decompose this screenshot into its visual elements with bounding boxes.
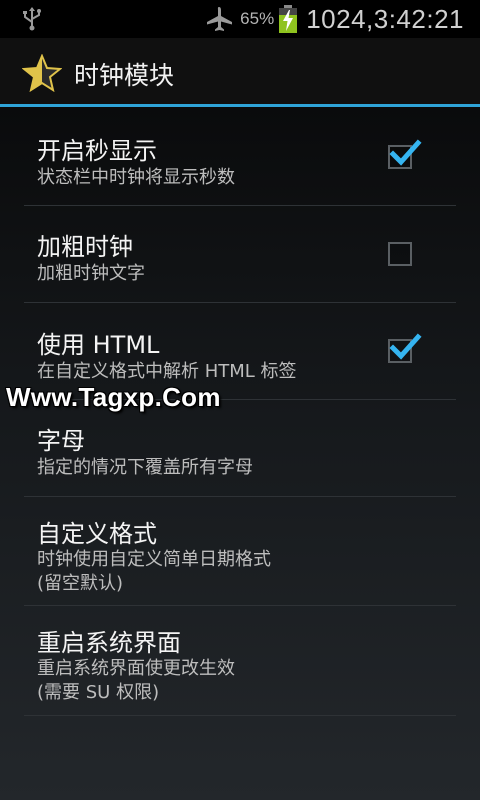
pref-title: 加粗时钟 bbox=[37, 233, 133, 261]
checkbox-unchecked[interactable] bbox=[388, 242, 412, 266]
pref-title: 开启秒显示 bbox=[37, 137, 157, 165]
pref-summary: 加粗时钟文字 bbox=[37, 263, 145, 284]
usb-icon bbox=[23, 7, 41, 31]
pref-title: 字母 bbox=[37, 427, 85, 455]
status-clock: 1024,3:42:21 bbox=[306, 3, 464, 34]
pref-title: 重启系统界面 bbox=[37, 629, 181, 657]
pref-custom-format[interactable]: 自定义格式 时钟使用自定义简单日期格式 (留空默认) bbox=[24, 497, 456, 606]
checkbox-checked[interactable] bbox=[388, 139, 422, 169]
watermark-text: Www.Tagxp.Com bbox=[6, 382, 221, 412]
checkbox-checked[interactable] bbox=[388, 333, 422, 363]
star-icon[interactable] bbox=[22, 54, 62, 92]
pref-show-seconds[interactable]: 开启秒显示 状态栏中时钟将显示秒数 bbox=[24, 107, 456, 206]
battery-charging-icon bbox=[279, 5, 298, 33]
airplane-icon bbox=[207, 7, 233, 31]
pref-summary: 在自定义格式中解析 HTML 标签 bbox=[37, 361, 297, 382]
action-bar: 时钟模块 bbox=[0, 38, 480, 107]
pref-title: 自定义格式 bbox=[37, 520, 157, 548]
pref-summary: 时钟使用自定义简单日期格式 bbox=[37, 549, 271, 570]
checkmark-icon bbox=[389, 333, 422, 360]
pref-summary: 指定的情况下覆盖所有字母 bbox=[37, 457, 253, 478]
pref-title: 使用 HTML bbox=[37, 331, 160, 359]
pref-summary: 状态栏中时钟将显示秒数 bbox=[37, 167, 235, 188]
preference-list: 开启秒显示 状态栏中时钟将显示秒数 加粗时钟 加粗时钟文字 使用 HTML 在自… bbox=[0, 107, 480, 800]
page-title: 时钟模块 bbox=[74, 61, 175, 90]
status-bar: 65% 1024,3:42:21 bbox=[0, 0, 480, 38]
checkmark-icon bbox=[389, 139, 422, 166]
pref-restart-systemui[interactable]: 重启系统界面 重启系统界面使更改生效 (需要 SU 权限) bbox=[24, 606, 456, 716]
battery-percent: 65% bbox=[240, 9, 275, 28]
pref-summary-note: (留空默认) bbox=[37, 573, 124, 594]
pref-summary: 重启系统界面使更改生效 bbox=[37, 658, 235, 679]
pref-summary-note: (需要 SU 权限) bbox=[37, 682, 160, 703]
pref-letters[interactable]: 字母 指定的情况下覆盖所有字母 bbox=[24, 400, 456, 497]
pref-bold-clock[interactable]: 加粗时钟 加粗时钟文字 bbox=[24, 206, 456, 303]
